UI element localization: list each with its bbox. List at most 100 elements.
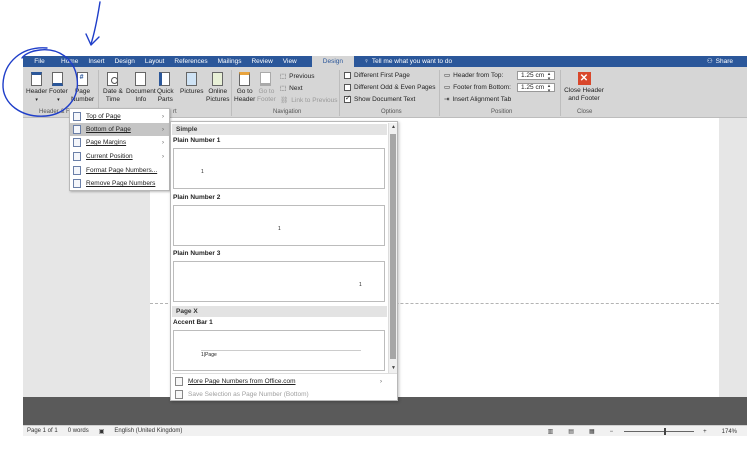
show-document-text-option[interactable]: Show Document Text <box>344 94 415 103</box>
page-count[interactable]: Page 1 of 1 <box>27 428 58 434</box>
zoom-out-button[interactable]: − <box>610 429 614 435</box>
save-selection-label: Save Selection as Page Number (Bottom) <box>188 391 309 398</box>
submenu-arrow-icon: › <box>162 126 164 133</box>
menu-item-remove-page-numbers[interactable]: Remove Page Numbers <box>70 177 169 190</box>
go-to-header-icon <box>238 71 252 87</box>
previous-button[interactable]: ⬚ Previous <box>280 72 315 81</box>
go-to-footer-button[interactable]: Go to Footer <box>257 71 276 104</box>
language-indicator[interactable]: English (United Kingdom) <box>114 428 182 434</box>
menu-item-current-position[interactable]: Current Position › <box>70 150 169 163</box>
menu-item-bottom-of-page[interactable]: Bottom of Page › <box>70 123 169 136</box>
insert-alignment-tab-button[interactable]: ⇥ Insert Alignment Tab <box>444 95 512 104</box>
group-separator <box>560 70 561 116</box>
tab-layout[interactable]: Layout <box>140 56 170 67</box>
document-info-button[interactable]: Document Info <box>126 71 156 104</box>
submenu-arrow-icon: › <box>162 113 164 120</box>
header-from-top-input[interactable]: 1.25 cm <box>517 71 555 81</box>
footer-from-bottom-input[interactable]: 1.25 cm <box>517 83 555 93</box>
page-number-label-1: Page <box>74 88 91 95</box>
online-pictures-button[interactable]: Online Pictures <box>206 71 229 104</box>
annotation-arrow-icon <box>90 1 101 45</box>
scroll-thumb[interactable] <box>390 134 396 359</box>
submenu-arrow-icon: › <box>162 139 164 146</box>
page-number-sample: 1 <box>359 282 362 288</box>
close-label-1: Close Header <box>564 87 604 94</box>
gallery-item-accent-bar-1[interactable]: 1|Page <box>173 330 385 371</box>
pictures-button[interactable]: Pictures <box>180 71 203 96</box>
gallery-item-name: Accent Bar 1 <box>173 319 213 326</box>
tab-view[interactable]: View <box>278 56 302 67</box>
tab-review[interactable]: Review <box>246 56 277 67</box>
tell-me-box[interactable]: ♀ Tell me what you want to do <box>364 58 452 65</box>
tab-insert[interactable]: Insert <box>83 56 109 67</box>
page-margins-icon <box>73 138 81 147</box>
footer-from-bottom-label: Footer from Bottom: <box>453 83 511 91</box>
close-header-footer-button[interactable]: ✕ Close Header and Footer <box>563 72 605 103</box>
scroll-down-icon[interactable]: ▼ <box>389 364 398 373</box>
save-selection-item[interactable]: Save Selection as Page Number (Bottom) <box>172 388 388 401</box>
show-document-text-checkbox[interactable] <box>344 94 351 103</box>
different-odd-even-option[interactable]: Different Odd & Even Pages <box>344 84 436 91</box>
menu-item-format-page-numbers[interactable]: Format Page Numbers... <box>70 164 169 177</box>
footer-label: Footer <box>49 88 68 95</box>
document-info-label-1: Document <box>126 88 156 95</box>
top-of-page-icon <box>73 112 81 121</box>
link-icon: ⛓ <box>280 97 289 104</box>
gallery-item-name: Plain Number 3 <box>173 250 221 257</box>
menu-item-page-margins[interactable]: Page Margins › <box>70 136 169 149</box>
go-to-footer-label-1: Go to <box>258 88 275 95</box>
print-layout-icon[interactable]: ▤ <box>568 428 574 435</box>
read-mode-icon[interactable]: ▥ <box>548 428 554 435</box>
tab-file[interactable]: File <box>23 56 56 67</box>
page-number-button[interactable]: # Page Number <box>71 71 94 104</box>
more-page-numbers-item[interactable]: More Page Numbers from Office.com › <box>172 375 388 388</box>
gallery-section-page-x: Page X <box>172 306 387 317</box>
zoom-in-button[interactable]: + <box>703 429 707 435</box>
gallery-divider <box>172 373 397 374</box>
footer-button[interactable]: Footer ▾ <box>49 71 68 104</box>
header-from-top-label: Header from Top: <box>453 71 504 79</box>
date-time-label-1: Date & <box>103 88 123 95</box>
tab-design[interactable]: Design <box>110 56 140 67</box>
share-button[interactable]: ⚇ Share <box>707 56 733 67</box>
previous-label: Previous <box>289 72 315 80</box>
scroll-up-icon[interactable]: ▲ <box>389 123 398 132</box>
different-first-page-option[interactable]: Different First Page <box>344 72 410 79</box>
tab-mailings[interactable]: Mailings <box>213 56 247 67</box>
gallery-item-plain-number-1[interactable]: 1 <box>173 148 385 189</box>
save-selection-icon <box>175 390 183 399</box>
gallery-item-plain-number-3[interactable]: 1 <box>173 261 385 302</box>
document-bottom-area <box>23 397 747 425</box>
remove-page-numbers-icon <box>73 179 81 188</box>
word-count[interactable]: 0 words <box>68 428 89 434</box>
header-button[interactable]: Header ▾ <box>26 71 47 104</box>
status-bar: Page 1 of 1 0 words ▣ English (United Ki… <box>23 425 747 436</box>
date-time-button[interactable]: Date & Time <box>103 71 123 104</box>
tab-header-footer-design[interactable]: Design <box>311 56 354 67</box>
next-button[interactable]: ⬚ Next <box>280 84 303 93</box>
person-icon: ⚇ <box>706 58 713 65</box>
tab-references[interactable]: References <box>169 56 212 67</box>
next-label: Next <box>289 84 303 92</box>
document-info-icon <box>134 71 148 87</box>
gallery-section-simple: Simple <box>172 124 387 135</box>
status-right: ▥ ▤ ▦ − + 174% <box>544 426 743 437</box>
current-position-icon <box>73 152 81 161</box>
different-first-page-checkbox[interactable] <box>344 72 351 79</box>
link-to-previous-button[interactable]: ⛓ Link to Previous <box>280 96 338 105</box>
insert-alignment-tab-label: Insert Alignment Tab <box>452 95 512 103</box>
zoom-slider[interactable] <box>624 428 695 435</box>
date-time-label-2: Time <box>105 96 121 103</box>
gallery-item-plain-number-2[interactable]: 1 <box>173 205 385 246</box>
different-odd-even-checkbox[interactable] <box>344 84 351 91</box>
web-layout-icon[interactable]: ▦ <box>589 428 595 435</box>
tab-home[interactable]: Home <box>56 56 83 67</box>
chevron-down-icon: ▾ <box>57 97 60 103</box>
bottom-of-page-gallery: Simple Plain Number 1 1 Plain Number 2 1… <box>170 121 398 401</box>
menu-item-top-of-page[interactable]: Top of Page › <box>70 110 169 123</box>
zoom-level[interactable]: 174% <box>722 429 737 435</box>
gallery-scrollbar[interactable]: ▲ ▼ <box>388 123 397 373</box>
proofing-icon[interactable]: ▣ <box>99 428 105 435</box>
quick-parts-button[interactable]: Quick Parts <box>157 71 174 104</box>
go-to-header-button[interactable]: Go to Header <box>234 71 255 104</box>
